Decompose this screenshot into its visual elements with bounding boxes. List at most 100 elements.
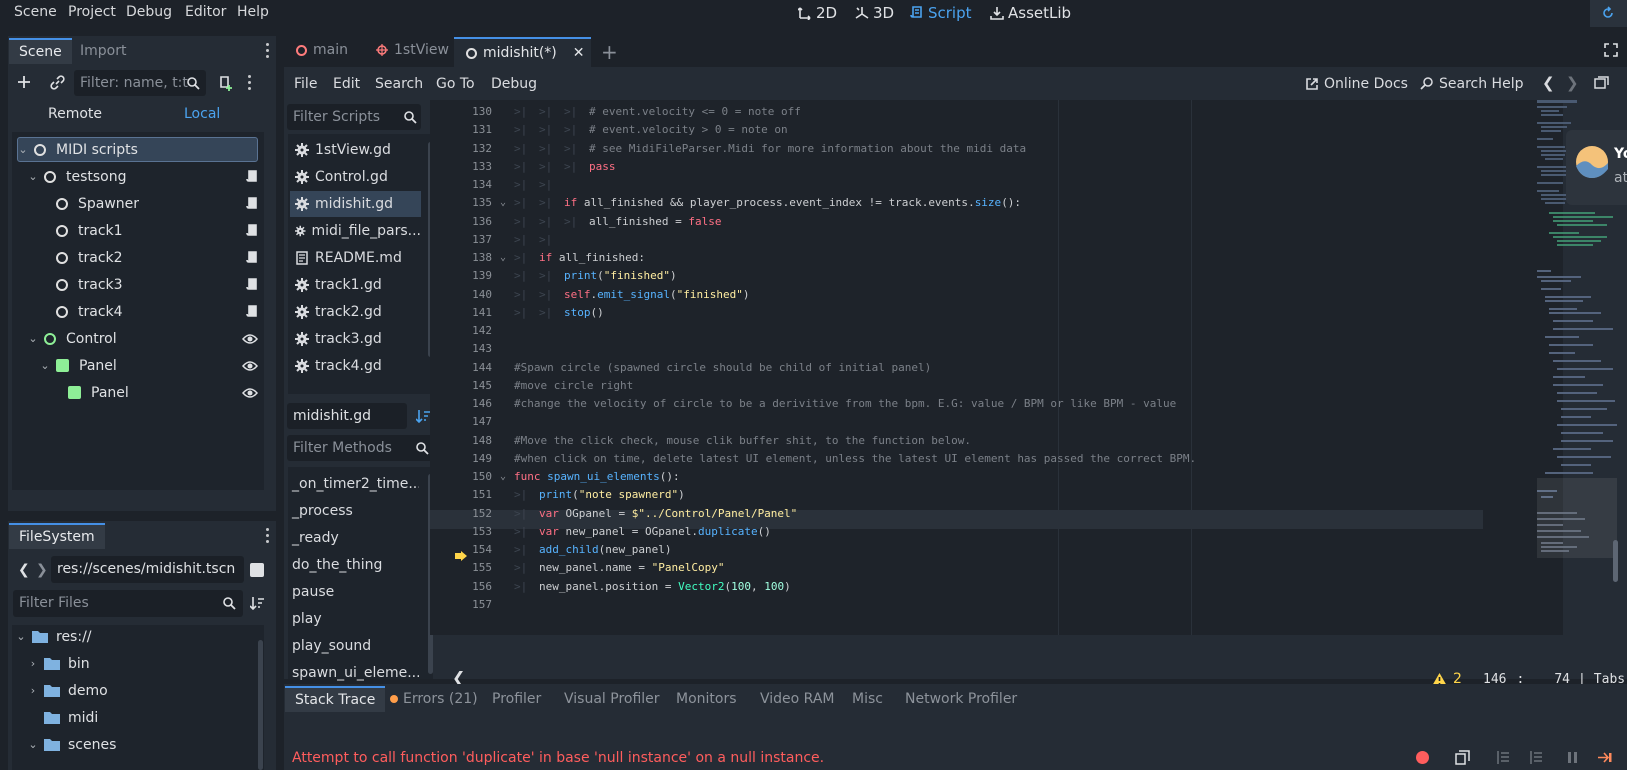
filter-files-input[interactable]: Filter Files bbox=[13, 590, 243, 617]
method-item[interactable]: _ready bbox=[288, 524, 419, 551]
code-line[interactable]: 138 ⌄ >| if all_finished: bbox=[430, 249, 1480, 267]
fullscreen-icon[interactable] bbox=[1604, 43, 1618, 57]
method-item[interactable]: _process bbox=[288, 497, 419, 524]
tab-scene[interactable]: Scene bbox=[9, 38, 72, 64]
script-icon[interactable] bbox=[246, 277, 258, 292]
scene-tab-1stview[interactable]: 1stView bbox=[376, 42, 449, 58]
code-line[interactable]: 151 >| print("note spawnerd") bbox=[430, 486, 1480, 504]
fs-item-demo[interactable]: › demo bbox=[28, 678, 108, 703]
workspace-script[interactable]: Script bbox=[910, 4, 972, 22]
method-item[interactable]: _on_timer2_time... bbox=[288, 470, 419, 497]
update-spinner-button[interactable] bbox=[1590, 0, 1627, 27]
forward-arrow-icon[interactable]: ❯ bbox=[36, 562, 48, 578]
script-menu-debug[interactable]: Debug bbox=[491, 76, 537, 92]
script-menu-edit[interactable]: Edit bbox=[333, 76, 360, 92]
script-icon[interactable] bbox=[246, 223, 258, 238]
menu-project[interactable]: Project bbox=[68, 4, 116, 20]
code-line[interactable]: 147 bbox=[430, 413, 1480, 431]
tab-network-profiler[interactable]: Network Profiler bbox=[895, 686, 1027, 712]
notification-popup[interactable]: Yo at bbox=[1566, 130, 1627, 205]
scene-dock-menu-icon[interactable] bbox=[266, 43, 270, 61]
add-scene-tab-icon[interactable]: + bbox=[601, 40, 618, 64]
tree-node-panel[interactable]: ⌄ Panel bbox=[40, 353, 258, 378]
tree-node-midi-scripts[interactable]: ⌄ MIDI scripts bbox=[17, 137, 258, 162]
script-item[interactable]: track2.gd bbox=[290, 299, 421, 325]
code-line[interactable]: 149 #when click on time, delete latest UI… bbox=[430, 450, 1480, 468]
step-over-icon[interactable] bbox=[1528, 750, 1543, 765]
code-line[interactable]: 154 >| add_child(new_panel) bbox=[430, 541, 1480, 559]
remote-toggle[interactable]: Remote bbox=[48, 106, 102, 122]
history-forward-icon[interactable]: ❯ bbox=[1566, 74, 1579, 92]
code-line[interactable]: 144 #Spawn circle (spawned circle should … bbox=[430, 359, 1480, 377]
add-node-button[interactable] bbox=[17, 75, 31, 89]
code-line[interactable]: 155 >| new_panel.name = "PanelCopy" bbox=[430, 559, 1480, 577]
toggle-split-icon[interactable] bbox=[250, 563, 264, 577]
sort-methods-icon[interactable] bbox=[416, 409, 430, 423]
script-item-selected[interactable]: midishit.gd bbox=[290, 191, 421, 217]
script-icon[interactable] bbox=[246, 250, 258, 265]
code-line[interactable]: 156 >| new_panel.position = Vector2(100, 1… bbox=[430, 578, 1480, 596]
menu-editor[interactable]: Editor bbox=[185, 4, 226, 20]
close-icon[interactable]: ✕ bbox=[573, 45, 585, 61]
script-icon[interactable] bbox=[246, 196, 258, 211]
script-icon[interactable] bbox=[246, 169, 258, 184]
code-line[interactable]: 130 >| >| >| # event.velocity <= 0 = note of… bbox=[430, 103, 1480, 121]
scene-tree-menu-icon[interactable] bbox=[248, 75, 252, 93]
script-icon[interactable] bbox=[246, 304, 258, 319]
tab-video-ram[interactable]: Video RAM bbox=[750, 686, 845, 712]
chevron-down-icon[interactable]: ⌄ bbox=[28, 170, 38, 183]
code-line[interactable]: 135 ⌄ >| >| if all_finished && player_proces… bbox=[430, 194, 1480, 212]
filesystem-scrollbar[interactable] bbox=[258, 640, 263, 770]
workspace-2d[interactable]: 2D bbox=[798, 4, 837, 22]
code-line[interactable]: 148 #Move the click check, mouse clik buf… bbox=[430, 432, 1480, 450]
script-item[interactable]: Control.gd bbox=[290, 164, 421, 190]
menu-help[interactable]: Help bbox=[237, 4, 269, 20]
script-item[interactable]: track3.gd bbox=[290, 326, 421, 352]
filter-scripts-input[interactable]: Filter Scripts bbox=[287, 104, 421, 130]
tree-node-track3[interactable]: track3 bbox=[56, 272, 258, 297]
method-item[interactable]: play_sound bbox=[288, 632, 419, 659]
fs-item-res[interactable]: ⌄ res:// bbox=[16, 624, 91, 649]
code-line[interactable]: 139 >| >| print("finished") bbox=[430, 267, 1480, 285]
code-line[interactable]: 153 >| var new_panel = OGpanel.duplicate() bbox=[430, 523, 1480, 541]
script-item[interactable]: 1stView.gd bbox=[290, 137, 421, 163]
code-line[interactable]: 157 bbox=[430, 596, 1480, 614]
tab-errors[interactable]: Errors (21) bbox=[380, 686, 488, 712]
tab-monitors[interactable]: Monitors bbox=[666, 686, 747, 712]
tab-import[interactable]: Import bbox=[70, 39, 136, 63]
chevron-right-icon[interactable]: › bbox=[28, 657, 38, 670]
fs-item-bin[interactable]: › bin bbox=[28, 651, 90, 676]
tree-node-control[interactable]: ⌄ Control bbox=[28, 326, 258, 351]
instance-scene-button[interactable] bbox=[50, 75, 65, 90]
script-item[interactable]: README.md bbox=[290, 245, 421, 271]
code-line[interactable]: 140 >| >| self.emit_signal("finished") bbox=[430, 286, 1480, 304]
code-line[interactable]: 152 >| var OGpanel = $"../Control/Panel/Pa… bbox=[430, 505, 1480, 523]
chevron-down-icon[interactable]: ⌄ bbox=[18, 143, 28, 156]
code-line[interactable]: 134 >| >| bbox=[430, 176, 1480, 194]
script-item[interactable]: midi_file_pars... bbox=[290, 218, 421, 244]
fold-arrow-icon[interactable]: ⌄ bbox=[500, 249, 506, 267]
script-item[interactable]: track1.gd bbox=[290, 272, 421, 298]
code-line[interactable]: 143 bbox=[430, 340, 1480, 358]
eye-icon[interactable] bbox=[242, 333, 258, 345]
code-line[interactable]: 145 #move circle right bbox=[430, 377, 1480, 395]
chevron-down-icon[interactable]: ⌄ bbox=[28, 738, 38, 751]
filter-methods-input[interactable]: Filter Methods bbox=[287, 435, 433, 461]
step-into-icon[interactable] bbox=[1495, 750, 1510, 765]
code-line[interactable]: 146 #change the velocity of circle to be … bbox=[430, 395, 1480, 413]
back-arrow-icon[interactable]: ❮ bbox=[18, 562, 30, 578]
chevron-down-icon[interactable]: ⌄ bbox=[40, 359, 50, 372]
method-item[interactable]: do_the_thing bbox=[288, 551, 419, 578]
tree-node-testsong[interactable]: ⌄ testsong bbox=[28, 164, 258, 189]
continue-icon[interactable] bbox=[1597, 751, 1613, 764]
menu-debug[interactable]: Debug bbox=[126, 4, 172, 20]
tab-visual-profiler[interactable]: Visual Profiler bbox=[554, 686, 670, 712]
record-icon[interactable] bbox=[1416, 751, 1429, 764]
sort-icon[interactable] bbox=[250, 596, 264, 610]
code-editor[interactable]: 130 >| >| >| # event.velocity <= 0 = note of… bbox=[430, 100, 1563, 635]
script-menu-search[interactable]: Search bbox=[375, 76, 423, 92]
filesystem-menu-icon[interactable] bbox=[266, 528, 270, 546]
code-line[interactable]: 136 >| >| >| all_finished = false bbox=[430, 213, 1480, 231]
script-menu-goto[interactable]: Go To bbox=[436, 76, 475, 92]
eye-icon[interactable] bbox=[242, 387, 258, 399]
